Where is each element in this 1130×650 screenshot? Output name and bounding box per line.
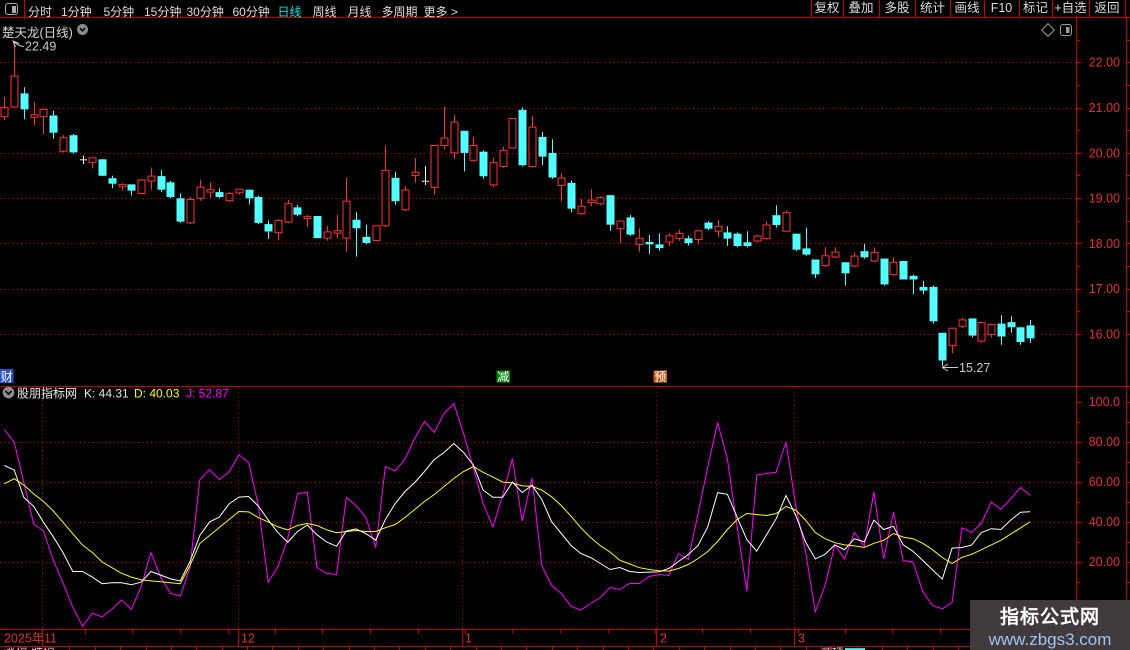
- svg-text:20.00: 20.00: [1089, 555, 1120, 569]
- svg-text:减: 减: [497, 370, 509, 384]
- svg-text:财: 财: [1, 370, 13, 384]
- svg-text:15.27: 15.27: [959, 361, 990, 375]
- svg-text:60.00: 60.00: [1089, 475, 1120, 489]
- svg-text:2025年: 2025年: [4, 632, 44, 646]
- svg-text:3: 3: [798, 632, 805, 646]
- svg-text:股朋指标网: 股朋指标网: [17, 386, 77, 401]
- svg-text:21.00: 21.00: [1089, 101, 1120, 115]
- svg-text:80.00: 80.00: [1089, 435, 1120, 449]
- svg-text:16.00: 16.00: [1089, 328, 1120, 342]
- svg-text:预: 预: [654, 370, 666, 384]
- svg-text:1: 1: [465, 632, 472, 646]
- svg-text:20.00: 20.00: [1089, 146, 1120, 160]
- svg-text:100.0: 100.0: [1089, 395, 1120, 409]
- svg-text:J: 52.87: J: 52.87: [186, 387, 229, 401]
- svg-text:18.00: 18.00: [1089, 237, 1120, 251]
- svg-text:19.00: 19.00: [1089, 192, 1120, 206]
- svg-text:12: 12: [241, 632, 255, 646]
- svg-text:17.00: 17.00: [1089, 282, 1120, 296]
- svg-text:11: 11: [44, 632, 57, 646]
- svg-text:D: 40.03: D: 40.03: [134, 387, 180, 401]
- svg-text:K: 44.31: K: 44.31: [84, 387, 129, 401]
- svg-text:22.49: 22.49: [25, 40, 56, 54]
- svg-text:2: 2: [660, 632, 667, 646]
- svg-text:22.00: 22.00: [1089, 56, 1120, 70]
- svg-text:40.00: 40.00: [1089, 515, 1120, 529]
